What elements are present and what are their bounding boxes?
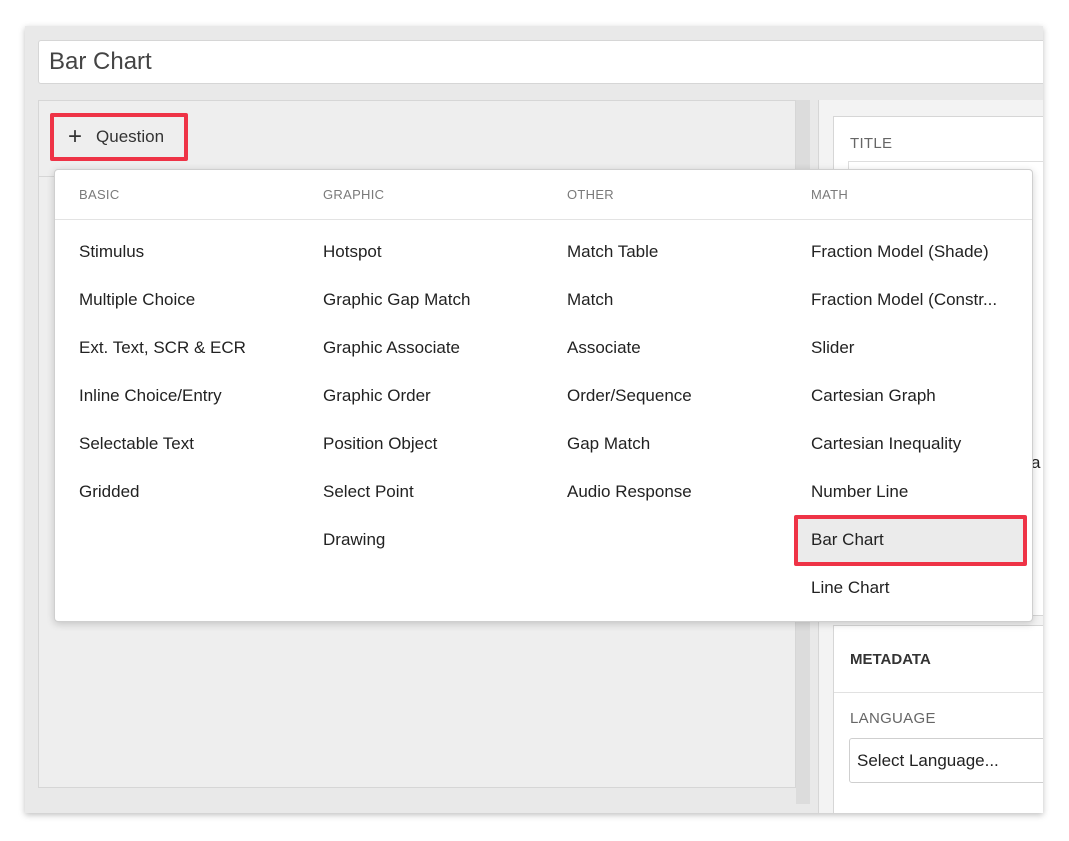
metadata-divider [834, 692, 1043, 693]
column-heading: MATH [811, 187, 849, 202]
column-heading: BASIC [79, 187, 120, 202]
menu-item-slider[interactable]: Slider [811, 338, 854, 358]
menu-item-cartesian-inequality[interactable]: Cartesian Inequality [811, 434, 961, 454]
question-type-menu: BASIC Stimulus Multiple Choice Ext. Text… [54, 169, 1033, 622]
menu-item-stimulus[interactable]: Stimulus [79, 242, 144, 262]
menu-item-ext-text[interactable]: Ext. Text, SCR & ECR [79, 338, 246, 358]
menu-item-gridded[interactable]: Gridded [79, 482, 139, 502]
menu-item-position-object[interactable]: Position Object [323, 434, 437, 454]
menu-item-match-table[interactable]: Match Table [567, 242, 658, 262]
menu-item-bar-chart[interactable]: Bar Chart [811, 530, 884, 550]
menu-item-number-line[interactable]: Number Line [811, 482, 908, 502]
title-field-top [848, 161, 1043, 162]
menu-item-multiple-choice[interactable]: Multiple Choice [79, 290, 195, 310]
menu-item-inline-choice[interactable]: Inline Choice/Entry [79, 386, 222, 406]
language-select[interactable]: Select Language... [849, 738, 1043, 783]
menu-item-select-point[interactable]: Select Point [323, 482, 414, 502]
add-question-button[interactable]: + Question [50, 113, 188, 161]
plus-icon: + [68, 123, 83, 150]
menu-item-graphic-associate[interactable]: Graphic Associate [323, 338, 460, 358]
menu-item-cartesian-graph[interactable]: Cartesian Graph [811, 386, 936, 406]
menu-header-divider [55, 219, 1032, 220]
menu-item-fraction-model-construct[interactable]: Fraction Model (Constr... [811, 290, 997, 310]
language-label: LANGUAGE [850, 710, 936, 727]
menu-item-hotspot[interactable]: Hotspot [323, 242, 382, 262]
editor-window: Bar Chart TITLE METADATA LANGUAGE Select… [25, 26, 1043, 813]
menu-item-match[interactable]: Match [567, 290, 613, 310]
menu-item-order-sequence[interactable]: Order/Sequence [567, 386, 692, 406]
menu-item-drawing[interactable]: Drawing [323, 530, 385, 550]
question-title-input[interactable]: Bar Chart [38, 40, 1043, 84]
menu-item-graphic-order[interactable]: Graphic Order [323, 386, 431, 406]
metadata-card: METADATA LANGUAGE Select Language... [833, 625, 1043, 813]
menu-item-gap-match[interactable]: Gap Match [567, 434, 650, 454]
metadata-heading: METADATA [850, 651, 931, 668]
menu-item-fraction-model-shade[interactable]: Fraction Model (Shade) [811, 242, 989, 262]
menu-item-audio-response[interactable]: Audio Response [567, 482, 692, 502]
menu-item-associate[interactable]: Associate [567, 338, 641, 358]
menu-item-graphic-gap-match[interactable]: Graphic Gap Match [323, 290, 470, 310]
column-heading: OTHER [567, 187, 614, 202]
menu-item-line-chart[interactable]: Line Chart [811, 578, 889, 598]
menu-item-selectable-text[interactable]: Selectable Text [79, 434, 194, 454]
add-question-label: Question [96, 127, 165, 146]
title-label: TITLE [850, 135, 893, 152]
column-heading: GRAPHIC [323, 187, 385, 202]
